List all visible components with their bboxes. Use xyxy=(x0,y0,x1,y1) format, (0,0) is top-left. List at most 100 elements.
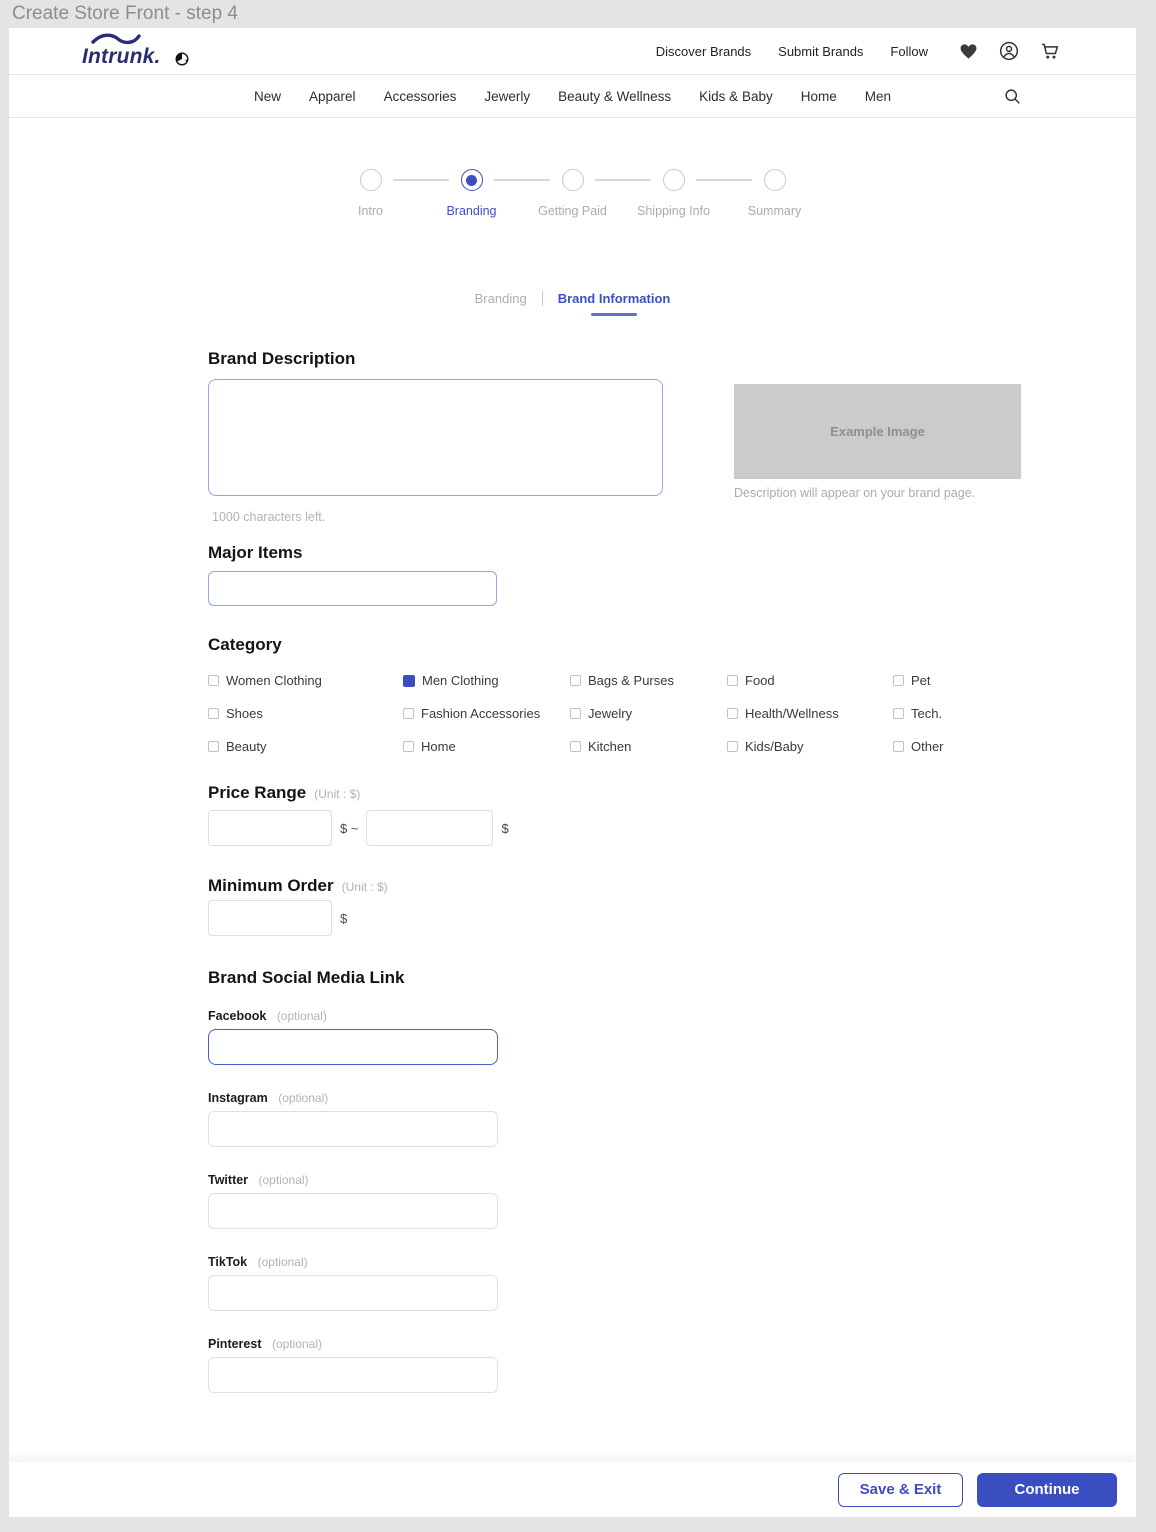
category-checkbox-shoes[interactable]: Shoes xyxy=(208,706,403,721)
cart-icon[interactable] xyxy=(1040,41,1060,61)
form-content: Brand Description 1000 characters left. … xyxy=(9,349,1136,1393)
category-checkbox-men-clothing[interactable]: Men Clothing xyxy=(403,673,570,688)
category-checkbox-kids-baby[interactable]: Kids/Baby xyxy=(727,739,893,754)
nav-item-jewerly[interactable]: Jewerly xyxy=(484,89,530,104)
stepper-step-summary[interactable]: Summary xyxy=(696,169,825,218)
checkbox-label: Beauty xyxy=(226,739,267,754)
step-circle xyxy=(460,169,483,191)
twitter-input[interactable] xyxy=(208,1193,498,1229)
checkbox-icon xyxy=(727,708,738,719)
search-icon[interactable] xyxy=(1004,88,1021,108)
category-checkbox-home[interactable]: Home xyxy=(403,739,570,754)
window-title-bar: Create Store Front - step 4 xyxy=(0,0,1156,28)
optional-note: (optional) xyxy=(276,1009,327,1023)
discover-brands-link[interactable]: Discover Brands xyxy=(656,44,751,59)
site-header: Intrunk. Discover Brands Submit Brands F… xyxy=(9,28,1136,75)
nav-item-kids-baby[interactable]: Kids & Baby xyxy=(699,89,773,104)
price-max-input[interactable] xyxy=(366,810,494,846)
category-checkbox-kitchen[interactable]: Kitchen xyxy=(570,739,727,754)
price-min-input[interactable] xyxy=(208,810,332,846)
tab-branding[interactable]: Branding xyxy=(475,289,527,306)
nav-item-beauty-wellness[interactable]: Beauty & Wellness xyxy=(558,89,671,104)
major-items-heading: Major Items xyxy=(208,543,303,562)
nav-item-men[interactable]: Men xyxy=(865,89,891,104)
brand-logo[interactable]: Intrunk. xyxy=(82,33,161,69)
nav-item-new[interactable]: New xyxy=(254,89,281,104)
category-checkbox-jewelry[interactable]: Jewelry xyxy=(570,706,727,721)
category-checkbox-health-wellness[interactable]: Health/Wellness xyxy=(727,706,893,721)
example-image-col: Example Image Description will appear on… xyxy=(734,384,1021,524)
checkbox-label: Home xyxy=(421,739,456,754)
checkbox-icon xyxy=(893,741,904,752)
category-checkbox-other[interactable]: Other xyxy=(893,739,1136,754)
minimum-order-unit-note: (Unit : $) xyxy=(341,880,388,894)
minimum-order-input[interactable] xyxy=(208,900,332,936)
tiktok-input[interactable] xyxy=(208,1275,498,1311)
category-checkbox-bags-purses[interactable]: Bags & Purses xyxy=(570,673,727,688)
facebook-label: Facebook xyxy=(208,1009,267,1023)
facebook-input[interactable] xyxy=(208,1029,498,1065)
tab-brand-information[interactable]: Brand Information xyxy=(558,289,670,316)
step-circle xyxy=(763,169,786,191)
category-grid: Women Clothing Men Clothing Bags & Purse… xyxy=(208,664,1136,763)
step-label: Shipping Info xyxy=(637,204,710,218)
checkbox-label: Jewelry xyxy=(588,706,633,721)
checkbox-icon xyxy=(208,708,219,719)
stepper-step-branding[interactable]: Branding xyxy=(393,169,522,218)
social-media-heading: Brand Social Media Link xyxy=(208,968,405,987)
nav-item-accessories[interactable]: Accessories xyxy=(384,89,457,104)
price-range-unit-note: (Unit : $) xyxy=(314,787,361,801)
optional-note: (optional) xyxy=(258,1173,309,1187)
category-checkbox-food[interactable]: Food xyxy=(727,673,893,688)
checkbox-label: Kitchen xyxy=(588,739,632,754)
checkbox-label: Men Clothing xyxy=(422,673,499,688)
globe-icon[interactable] xyxy=(175,52,189,66)
nav-item-apparel[interactable]: Apparel xyxy=(309,89,356,104)
checkbox-label: Other xyxy=(911,739,944,754)
minimum-order-heading: Minimum Order xyxy=(208,876,334,895)
stepper-step-intro[interactable]: Intro xyxy=(320,169,421,218)
submit-brands-link[interactable]: Submit Brands xyxy=(778,44,863,59)
category-heading: Category xyxy=(208,635,282,654)
pinterest-label: Pinterest xyxy=(208,1337,262,1351)
category-checkbox-beauty[interactable]: Beauty xyxy=(208,739,403,754)
brand-description-col: 1000 characters left. xyxy=(208,379,663,524)
checkbox-label: Health/Wellness xyxy=(745,706,839,721)
pinterest-input[interactable] xyxy=(208,1357,498,1393)
stepper-step-getting-paid[interactable]: Getting Paid xyxy=(494,169,623,218)
header-icons xyxy=(959,41,1060,61)
category-checkbox-fashion-accessories[interactable]: Fashion Accessories xyxy=(403,706,570,721)
optional-note: (optional) xyxy=(257,1255,308,1269)
step-circle xyxy=(359,169,382,191)
step-label: Getting Paid xyxy=(538,204,607,218)
stepper-step-shipping-info[interactable]: Shipping Info xyxy=(595,169,724,218)
brand-description-textarea[interactable] xyxy=(208,379,663,496)
social-field-pinterest: Pinterest (optional) xyxy=(208,1335,1136,1393)
social-field-instagram: Instagram (optional) xyxy=(208,1089,1136,1147)
account-icon[interactable] xyxy=(999,41,1019,61)
follow-link[interactable]: Follow xyxy=(890,44,928,59)
major-items-input[interactable] xyxy=(208,571,497,606)
nav-item-home[interactable]: Home xyxy=(801,89,837,104)
header-links: Discover Brands Submit Brands Follow xyxy=(656,44,928,59)
example-image-placeholder: Example Image xyxy=(734,384,1021,479)
save-exit-button[interactable]: Save & Exit xyxy=(838,1472,963,1507)
category-checkbox-pet[interactable]: Pet xyxy=(893,673,1136,688)
continue-button[interactable]: Continue xyxy=(977,1472,1117,1507)
heart-icon[interactable] xyxy=(959,42,978,61)
twitter-label: Twitter xyxy=(208,1173,249,1187)
category-checkbox-tech[interactable]: Tech. xyxy=(893,706,1136,721)
social-field-facebook: Facebook (optional) xyxy=(208,1007,1136,1065)
social-field-tiktok: TikTok (optional) xyxy=(208,1253,1136,1311)
brand-description-heading: Brand Description xyxy=(208,349,356,368)
progress-stepper: Intro Branding Getting Paid Shipping Inf… xyxy=(9,169,1136,218)
page: Intrunk. Discover Brands Submit Brands F… xyxy=(9,28,1136,1517)
social-field-twitter: Twitter (optional) xyxy=(208,1171,1136,1229)
checkbox-label: Fashion Accessories xyxy=(421,706,541,721)
instagram-input[interactable] xyxy=(208,1111,498,1147)
step-label: Intro xyxy=(357,204,383,218)
checkbox-icon xyxy=(208,675,219,686)
checkbox-icon xyxy=(403,674,415,687)
checkbox-icon xyxy=(727,741,738,752)
category-checkbox-women-clothing[interactable]: Women Clothing xyxy=(208,673,403,688)
